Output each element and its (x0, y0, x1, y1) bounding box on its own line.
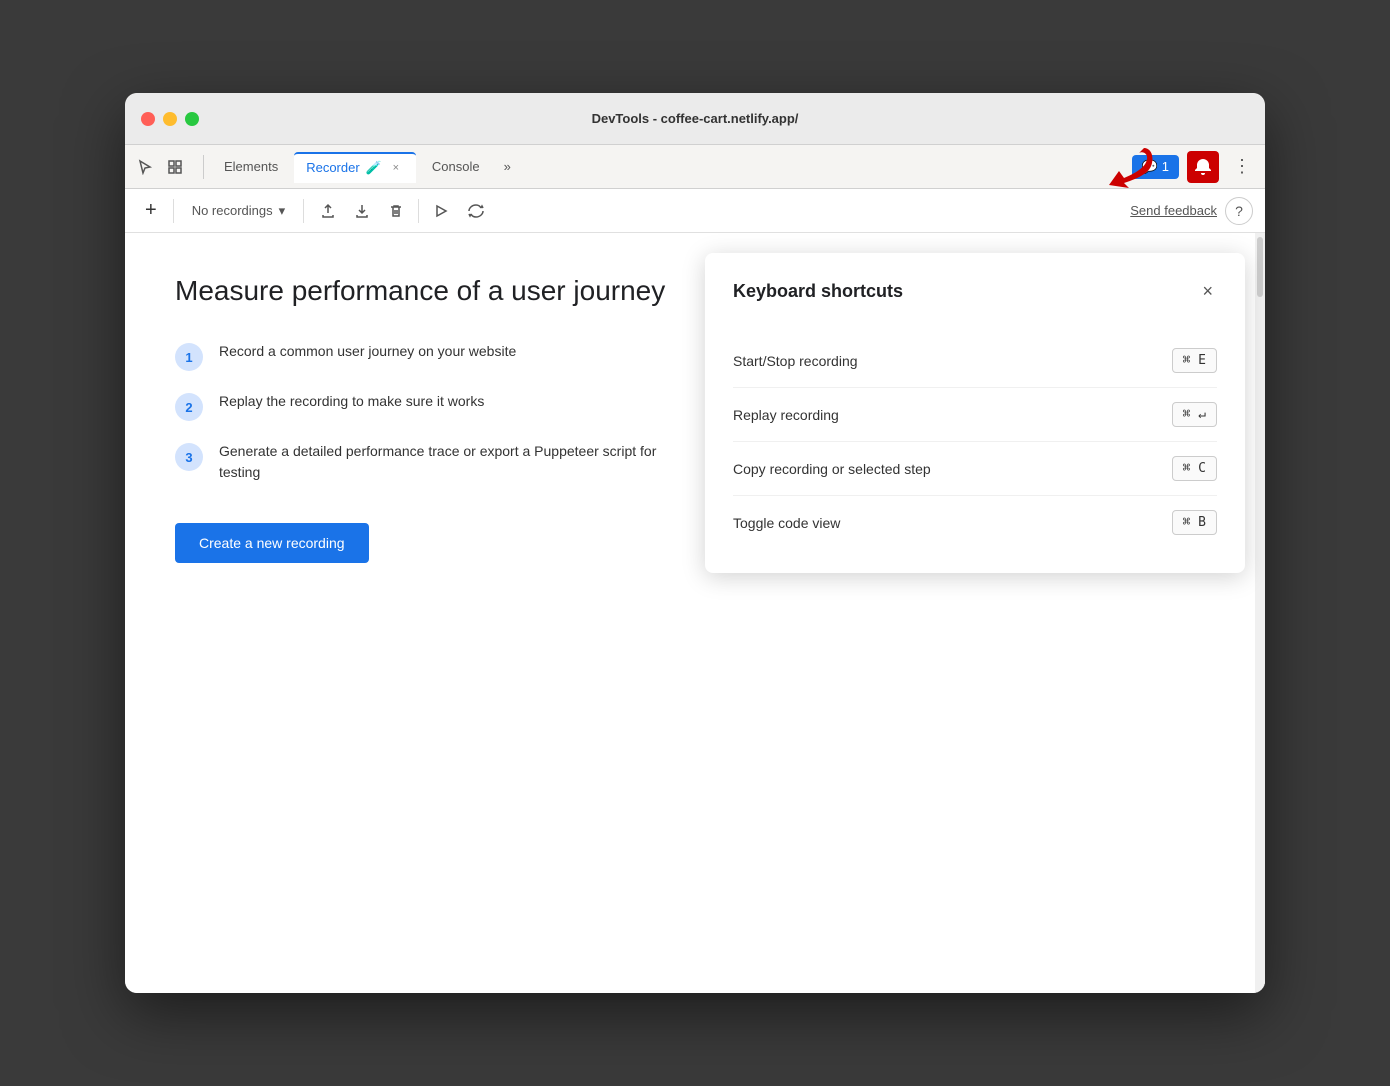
shortcut-row-3: Copy recording or selected step ⌘ C (733, 442, 1217, 496)
chat-count: 1 (1162, 159, 1169, 174)
step-number-1: 1 (175, 343, 203, 371)
delete-button[interactable] (380, 197, 412, 225)
scrollbar[interactable] (1255, 233, 1265, 993)
toolbar: + No recordings ▾ (125, 189, 1265, 233)
shortcut-key-3: ⌘ C (1172, 456, 1217, 481)
recording-dropdown[interactable]: No recordings ▾ (182, 199, 295, 223)
toolbar-divider-1 (173, 199, 174, 223)
play-icon (433, 203, 449, 219)
upload-icon (320, 203, 336, 219)
replay-settings-icon (467, 203, 485, 219)
tab-close-icon[interactable]: × (388, 160, 404, 176)
help-button[interactable]: ? (1225, 197, 1253, 225)
arrow-icon (1104, 143, 1159, 193)
fullscreen-button[interactable] (185, 112, 199, 126)
devtools-window: DevTools - coffee-cart.netlify.app/ Elem… (125, 93, 1265, 993)
toolbar-divider-2 (303, 199, 304, 223)
toolbar-right: Send feedback ? (1130, 197, 1253, 225)
scrollbar-thumb (1257, 237, 1263, 297)
shortcut-row-4: Toggle code view ⌘ B (733, 496, 1217, 549)
trash-icon (388, 203, 404, 219)
notification-area (1187, 151, 1219, 183)
tab-recorder[interactable]: Recorder 🧪 × (294, 152, 416, 182)
tab-elements[interactable]: Elements (212, 153, 290, 180)
step-number-3: 3 (175, 443, 203, 471)
add-recording-button[interactable]: + (137, 195, 165, 226)
shortcut-key-2: ⌘ ↵ (1172, 402, 1217, 427)
import-button[interactable] (346, 197, 378, 225)
shortcuts-header: Keyboard shortcuts × (733, 277, 1217, 306)
no-recordings-label: No recordings (192, 203, 273, 218)
window-title: DevTools - coffee-cart.netlify.app/ (592, 111, 799, 126)
tab-bar: Elements Recorder 🧪 × Console » 💬 1 (125, 145, 1265, 189)
create-recording-button[interactable]: Create a new recording (175, 523, 369, 563)
cursor-icon[interactable] (133, 155, 157, 179)
shortcuts-close-button[interactable]: × (1198, 277, 1217, 306)
traffic-lights (141, 112, 199, 126)
shortcuts-popup: Keyboard shortcuts × Start/Stop recordin… (705, 253, 1245, 573)
step-text-1: Record a common user journey on your web… (219, 341, 516, 362)
shortcut-row-2: Replay recording ⌘ ↵ (733, 388, 1217, 442)
step-text-2: Replay the recording to make sure it wor… (219, 391, 484, 412)
shortcut-label-4: Toggle code view (733, 515, 840, 531)
send-feedback-button[interactable]: Send feedback (1130, 203, 1217, 218)
notification-icon[interactable] (1187, 151, 1219, 183)
replay-button[interactable] (425, 197, 457, 225)
tab-bar-right: 💬 1 ⋮ (1132, 151, 1257, 183)
inspect-icon[interactable] (163, 155, 187, 179)
shortcut-key-4: ⌘ B (1172, 510, 1217, 535)
shortcut-label-3: Copy recording or selected step (733, 461, 931, 477)
export-button[interactable] (312, 197, 344, 225)
tab-divider (203, 155, 204, 179)
replay-settings-button[interactable] (459, 197, 493, 225)
main-content: Measure performance of a user journey 1 … (125, 233, 1265, 993)
shortcut-row-1: Start/Stop recording ⌘ E (733, 334, 1217, 388)
more-tabs-button[interactable]: » (496, 155, 519, 178)
close-button[interactable] (141, 112, 155, 126)
step-text-3: Generate a detailed performance trace or… (219, 441, 669, 483)
more-options-button[interactable]: ⋮ (1227, 154, 1257, 179)
bell-icon (1193, 157, 1213, 177)
shortcuts-title: Keyboard shortcuts (733, 281, 903, 302)
red-arrow-annotation (1104, 143, 1159, 198)
toolbar-divider-3 (418, 199, 419, 223)
shortcut-label-2: Replay recording (733, 407, 839, 423)
recorder-icon: 🧪 (366, 160, 382, 176)
minimize-button[interactable] (163, 112, 177, 126)
chevron-down-icon: ▾ (279, 203, 286, 219)
page-heading: Measure performance of a user journey (175, 273, 675, 309)
step-number-2: 2 (175, 393, 203, 421)
recorder-label: Recorder (306, 160, 359, 175)
tab-tools (133, 155, 187, 179)
download-icon (354, 203, 370, 219)
toolbar-action-icons (312, 197, 493, 225)
shortcut-key-1: ⌘ E (1172, 348, 1217, 373)
tab-console[interactable]: Console (420, 153, 492, 180)
title-bar: DevTools - coffee-cart.netlify.app/ (125, 93, 1265, 145)
shortcut-label-1: Start/Stop recording (733, 353, 858, 369)
